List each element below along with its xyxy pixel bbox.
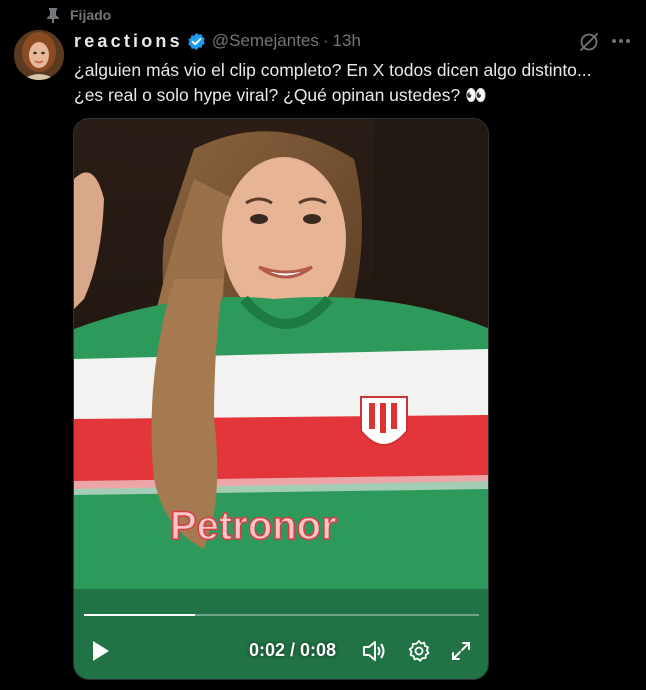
video-progress-fill — [84, 614, 195, 616]
post-text-line-1: ¿alguien más vio el clip completo? En X … — [74, 60, 592, 80]
video-timecode: 0:02 / 0:08 — [249, 640, 337, 660]
shirt-sponsor-text: Petronor — [170, 504, 337, 548]
play-icon[interactable] — [90, 639, 112, 663]
post-text: ¿alguien más vio el clip completo? En X … — [74, 58, 640, 108]
video-player[interactable]: Petronor 0:02 / 0:08 — [73, 118, 489, 680]
settings-icon[interactable] — [407, 639, 431, 663]
pinned-indicator: Fijado — [46, 6, 111, 24]
post-text-line-2: ¿es real o solo hype viral? ¿Qué opinan … — [74, 85, 487, 105]
pin-icon — [47, 8, 59, 23]
separator-dot: · — [322, 31, 329, 50]
tweet-header: reactions @Semejantes · 13h — [74, 30, 361, 52]
pinned-label: Fijado — [70, 7, 112, 23]
more-icon[interactable] — [610, 30, 632, 52]
post-time[interactable]: 13h — [333, 31, 361, 51]
volume-icon[interactable] — [361, 638, 387, 664]
author-handle[interactable]: @Semejantes — [212, 31, 319, 51]
video-progress-bar[interactable] — [84, 614, 479, 616]
fullscreen-icon[interactable] — [450, 640, 472, 662]
grok-icon[interactable] — [578, 31, 600, 53]
verified-badge-icon[interactable] — [187, 32, 206, 51]
avatar[interactable] — [14, 30, 64, 80]
avatar-image — [14, 30, 64, 80]
video-frame: Petronor — [74, 119, 488, 679]
display-name[interactable]: reactions — [74, 31, 183, 52]
